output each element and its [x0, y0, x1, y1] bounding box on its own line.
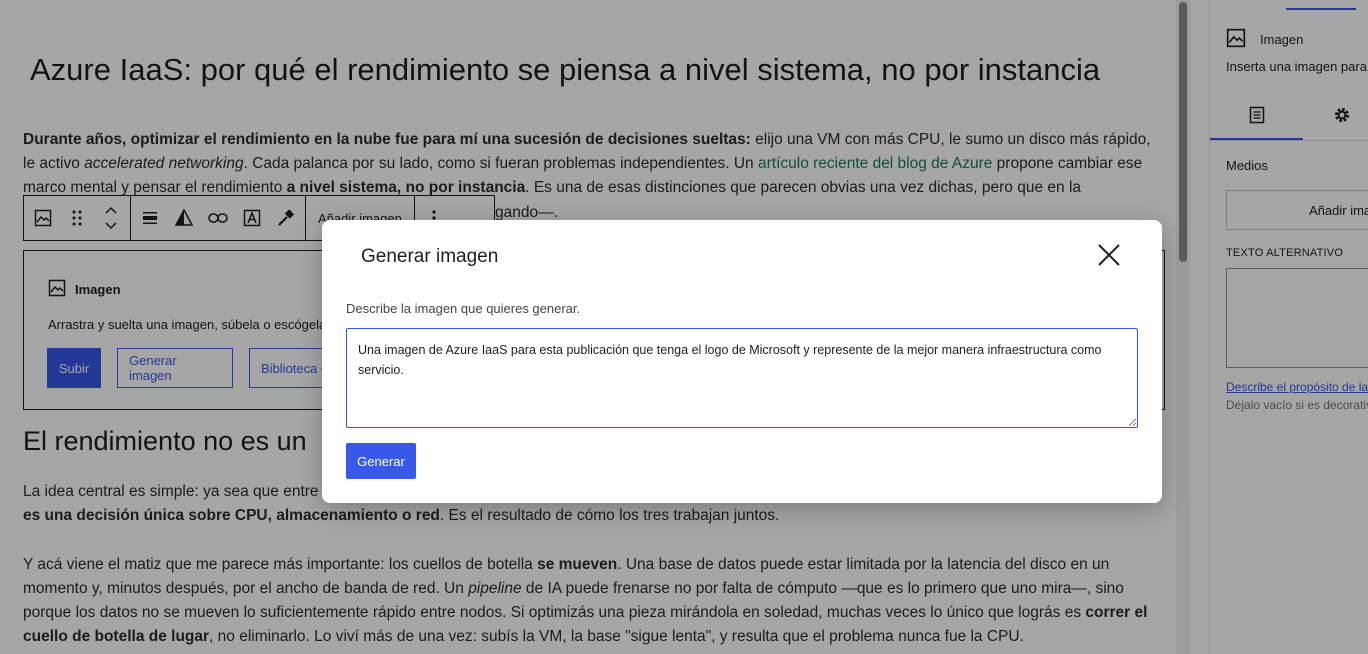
prompt-label: Describe la imagen que quieres generar. [346, 301, 581, 316]
close-icon [1098, 244, 1120, 266]
generate-button[interactable]: Generar [346, 443, 416, 479]
modal-title: Generar imagen [361, 246, 499, 267]
prompt-input[interactable]: Una imagen de Azure IaaS para esta publi… [346, 328, 1138, 428]
generate-image-modal: Generar imagen Describe la imagen que qu… [322, 220, 1162, 503]
close-button[interactable] [1094, 240, 1124, 270]
